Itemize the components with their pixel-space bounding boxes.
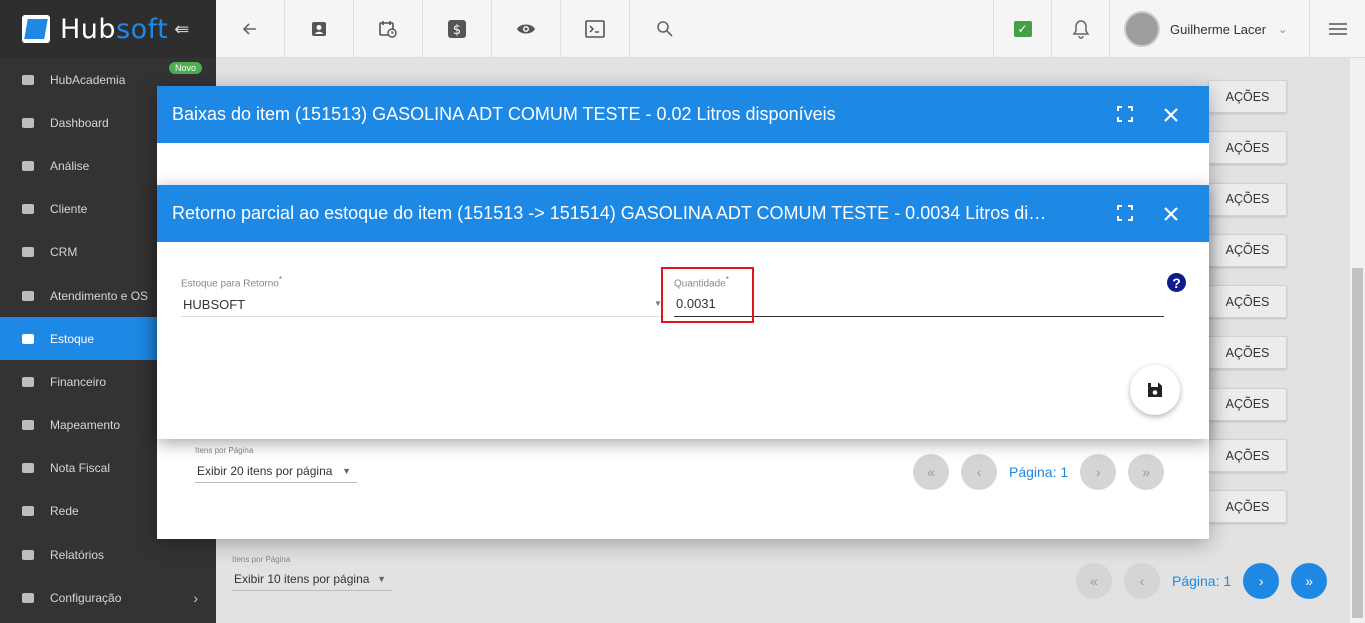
prev-page-button[interactable]: ‹: [961, 454, 997, 490]
last-page-button[interactable]: »: [1128, 454, 1165, 490]
sidebar-item-label: Rede: [50, 504, 79, 519]
close-icon[interactable]: [1163, 206, 1179, 222]
first-page-button[interactable]: «: [1076, 563, 1112, 599]
top-toolbar: $ ✓ Guilherme Lacer ⌄: [216, 0, 1365, 58]
chevron-down-icon: ⌄: [1278, 23, 1288, 36]
actions-button[interactable]: AÇÕES: [1208, 336, 1287, 370]
sidebar-item-configura-o[interactable]: Configuração ›: [0, 576, 216, 619]
actions-button[interactable]: AÇÕES: [1208, 439, 1287, 473]
stock-field-underline: [181, 316, 665, 317]
logo-text[interactable]: Hubsoft: [60, 14, 168, 45]
user-menu[interactable]: Guilherme Lacer ⌄: [1109, 0, 1309, 58]
prev-page-button[interactable]: ‹: [1124, 563, 1160, 599]
invoice-icon: [22, 463, 34, 474]
highlight-box: [661, 267, 754, 323]
sidebar-item-label: Dashboard: [50, 115, 109, 130]
logo-icon: [22, 15, 50, 43]
sidebar-item-label: CRM: [50, 245, 78, 260]
last-page-button[interactable]: »: [1291, 563, 1328, 599]
hamburger-menu-icon[interactable]: [1309, 0, 1365, 58]
new-badge: Novo: [168, 62, 202, 74]
actions-button[interactable]: AÇÕES: [1208, 285, 1287, 319]
money-icon: [22, 376, 34, 387]
sidebar-item-label: Cliente: [50, 202, 88, 217]
close-icon[interactable]: [1163, 107, 1179, 123]
fullscreen-icon[interactable]: [1117, 106, 1133, 122]
scrollbar[interactable]: [1350, 58, 1365, 623]
pagination: « ‹ Página: 1 › »: [913, 454, 1176, 490]
chevron-right-icon: ›: [193, 589, 198, 606]
box-icon: [22, 333, 34, 344]
actions-button[interactable]: AÇÕES: [1208, 233, 1287, 267]
actions-button[interactable]: AÇÕES: [1208, 80, 1287, 113]
terminal-icon[interactable]: [561, 0, 630, 58]
avatar: [1124, 11, 1160, 47]
modal-header: Retorno parcial ao estoque do item (1515…: [157, 185, 1209, 242]
report-icon: [22, 549, 34, 560]
partial-return-modal: Retorno parcial ao estoque do item (1515…: [157, 185, 1209, 439]
actions-button[interactable]: AÇÕES: [1208, 387, 1287, 421]
first-page-button[interactable]: «: [913, 454, 949, 490]
next-page-button[interactable]: ›: [1080, 454, 1117, 490]
book-icon: [22, 74, 34, 85]
sidebar-item-label: Nota Fiscal: [50, 461, 111, 476]
actions-button[interactable]: AÇÕES: [1208, 131, 1287, 165]
svg-text:$: $: [453, 23, 461, 38]
actions-column: AÇÕES AÇÕES AÇÕES AÇÕES AÇÕES AÇÕES AÇÕES AÇÕES…: [1208, 80, 1287, 542]
help-icon[interactable]: ?: [1167, 273, 1186, 292]
items-per-page-select[interactable]: Exibir 20 itens por página ▼: [195, 460, 357, 483]
sidebar-item-label: Análise: [50, 158, 90, 173]
fullscreen-icon[interactable]: [1117, 205, 1133, 221]
page-indicator: Página: 1: [1009, 464, 1069, 480]
modal-title: Baixas do item (151513) GASOLINA ADT COM…: [172, 104, 836, 124]
sidebar-item-label: Financeiro: [50, 374, 107, 389]
modal-header: Baixas do item (151513) GASOLINA ADT COM…: [157, 86, 1209, 143]
task-check-icon[interactable]: ✓: [993, 0, 1051, 58]
next-page-button[interactable]: ›: [1243, 563, 1280, 599]
page-indicator: Página: 1: [1172, 573, 1232, 589]
bell-icon[interactable]: [1051, 0, 1109, 58]
sidebar-item-label: Relatórios: [50, 547, 105, 562]
map-pin-icon: [22, 420, 34, 431]
sidebar-item-relat-rios[interactable]: Relatórios: [0, 533, 216, 576]
clock-icon: [22, 290, 34, 301]
crm-icon: [22, 247, 34, 258]
pie-chart-icon: [22, 160, 34, 171]
pagination: « ‹ Página: 1 › »: [1076, 563, 1339, 599]
sidebar-item-label: Atendimento e OS: [50, 288, 149, 303]
contact-card-icon: [22, 204, 34, 215]
logo-bar: Hubsoft ⇚: [0, 0, 216, 58]
sidebar-item-label: Mapeamento: [50, 418, 121, 433]
search-icon[interactable]: [630, 0, 699, 58]
collapse-sidebar-icon[interactable]: ⇚: [174, 19, 189, 40]
contact-card-icon[interactable]: [285, 0, 354, 58]
modal-title: Retorno parcial ao estoque do item (1515…: [172, 203, 1052, 223]
stock-select[interactable]: HUBSOFT: [183, 297, 245, 312]
actions-button[interactable]: AÇÕES: [1208, 182, 1287, 216]
back-arrow-icon[interactable]: [216, 0, 285, 58]
items-per-page-label: Itens por Página: [232, 555, 291, 564]
items-per-page-select[interactable]: Exibir 10 itens por página ▼: [232, 568, 392, 591]
save-button[interactable]: [1130, 365, 1180, 415]
gear-icon: [22, 592, 34, 603]
user-name: Guilherme Lacer: [1170, 21, 1267, 37]
sidebar-item-label: Estoque: [50, 331, 95, 346]
calendar-clock-icon[interactable]: [354, 0, 423, 58]
floppy-disk-icon: [1148, 383, 1162, 397]
sidebar-item-label: Configuração: [50, 590, 122, 605]
eye-icon[interactable]: [492, 0, 561, 58]
dashboard-icon: [22, 117, 34, 128]
actions-button[interactable]: AÇÕES: [1208, 490, 1287, 524]
sidebar-item-label: HubAcademia: [50, 72, 126, 87]
server-icon: [22, 506, 34, 517]
dollar-icon[interactable]: $: [423, 0, 492, 58]
stock-field-label: Estoque para Retorno*: [181, 275, 282, 290]
items-per-page-label: Itens por Página: [195, 446, 254, 455]
